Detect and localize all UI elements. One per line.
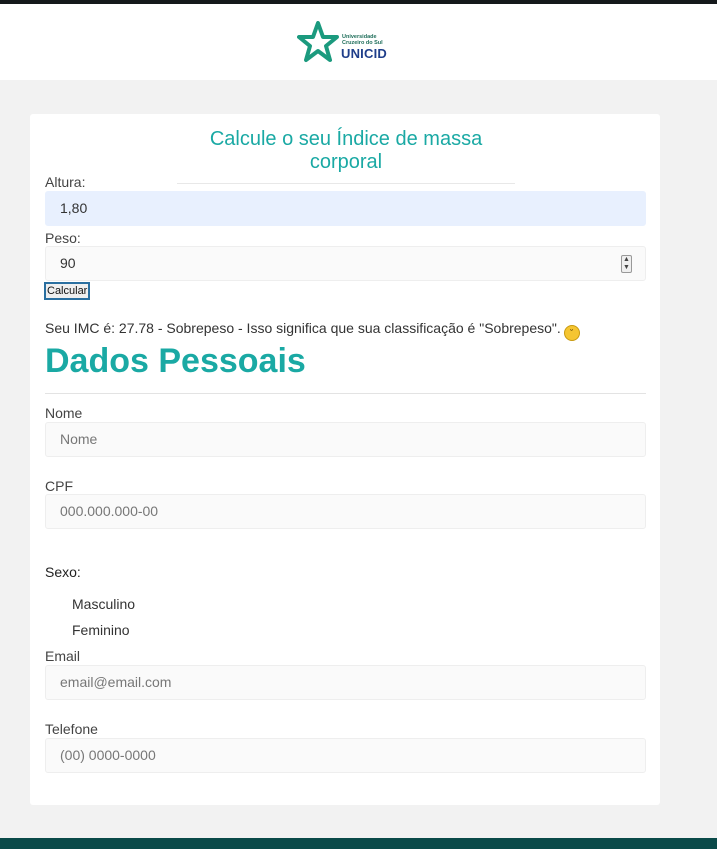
- nome-placeholder: Nome: [60, 431, 98, 447]
- telefone-input[interactable]: (00) 0000-0000: [45, 738, 646, 773]
- altura-label: Altura:: [45, 174, 86, 190]
- nome-label: Nome: [45, 405, 83, 421]
- site-header: Universidade Cruzeiro do Sul UNICID: [0, 4, 717, 80]
- peso-value: 90: [60, 255, 76, 271]
- email-label: Email: [45, 648, 81, 664]
- peso-input[interactable]: 90 ▲ ▼: [45, 246, 646, 281]
- email-input[interactable]: email@email.com: [45, 665, 646, 700]
- logo-name: UNICID: [341, 46, 387, 61]
- peso-label: Peso:: [45, 230, 81, 246]
- email-placeholder: email@email.com: [60, 674, 172, 690]
- site-footer: [0, 838, 717, 849]
- star-icon: [297, 21, 339, 62]
- section-divider: [45, 393, 646, 394]
- section-title: Dados Pessoais: [45, 342, 306, 380]
- confused-face-emoji: ˘: [563, 325, 580, 341]
- imc-title: Calcule o seu Índice de massa corporal: [177, 128, 515, 184]
- spin-up-icon[interactable]: ▲: [622, 256, 631, 264]
- imc-result: Seu IMC é: 27.78 - Sobrepeso - Isso sign…: [45, 320, 580, 341]
- telefone-placeholder: (00) 0000-0000: [60, 747, 156, 763]
- imc-result-text: Seu IMC é: 27.78 - Sobrepeso - Isso sign…: [45, 320, 561, 336]
- number-spinner[interactable]: ▲ ▼: [621, 255, 632, 273]
- form-card: Calcule o seu Índice de massa corporal A…: [30, 114, 660, 805]
- cpf-input[interactable]: 000.000.000-00: [45, 494, 646, 529]
- sexo-label: Sexo:: [45, 564, 81, 580]
- telefone-label: Telefone: [45, 721, 98, 737]
- nome-input[interactable]: Nome: [45, 422, 646, 457]
- spin-down-icon[interactable]: ▼: [622, 264, 631, 272]
- cpf-label: CPF: [45, 478, 73, 494]
- altura-value: 1,80: [60, 200, 88, 216]
- radio-masculino[interactable]: Masculino: [72, 596, 135, 612]
- altura-input[interactable]: 1,80: [45, 191, 646, 226]
- cpf-placeholder: 000.000.000-00: [60, 503, 159, 519]
- calcular-button[interactable]: Calcular: [44, 282, 91, 300]
- radio-feminino[interactable]: Feminino: [72, 622, 130, 638]
- unicid-logo[interactable]: Universidade Cruzeiro do Sul UNICID: [297, 21, 397, 67]
